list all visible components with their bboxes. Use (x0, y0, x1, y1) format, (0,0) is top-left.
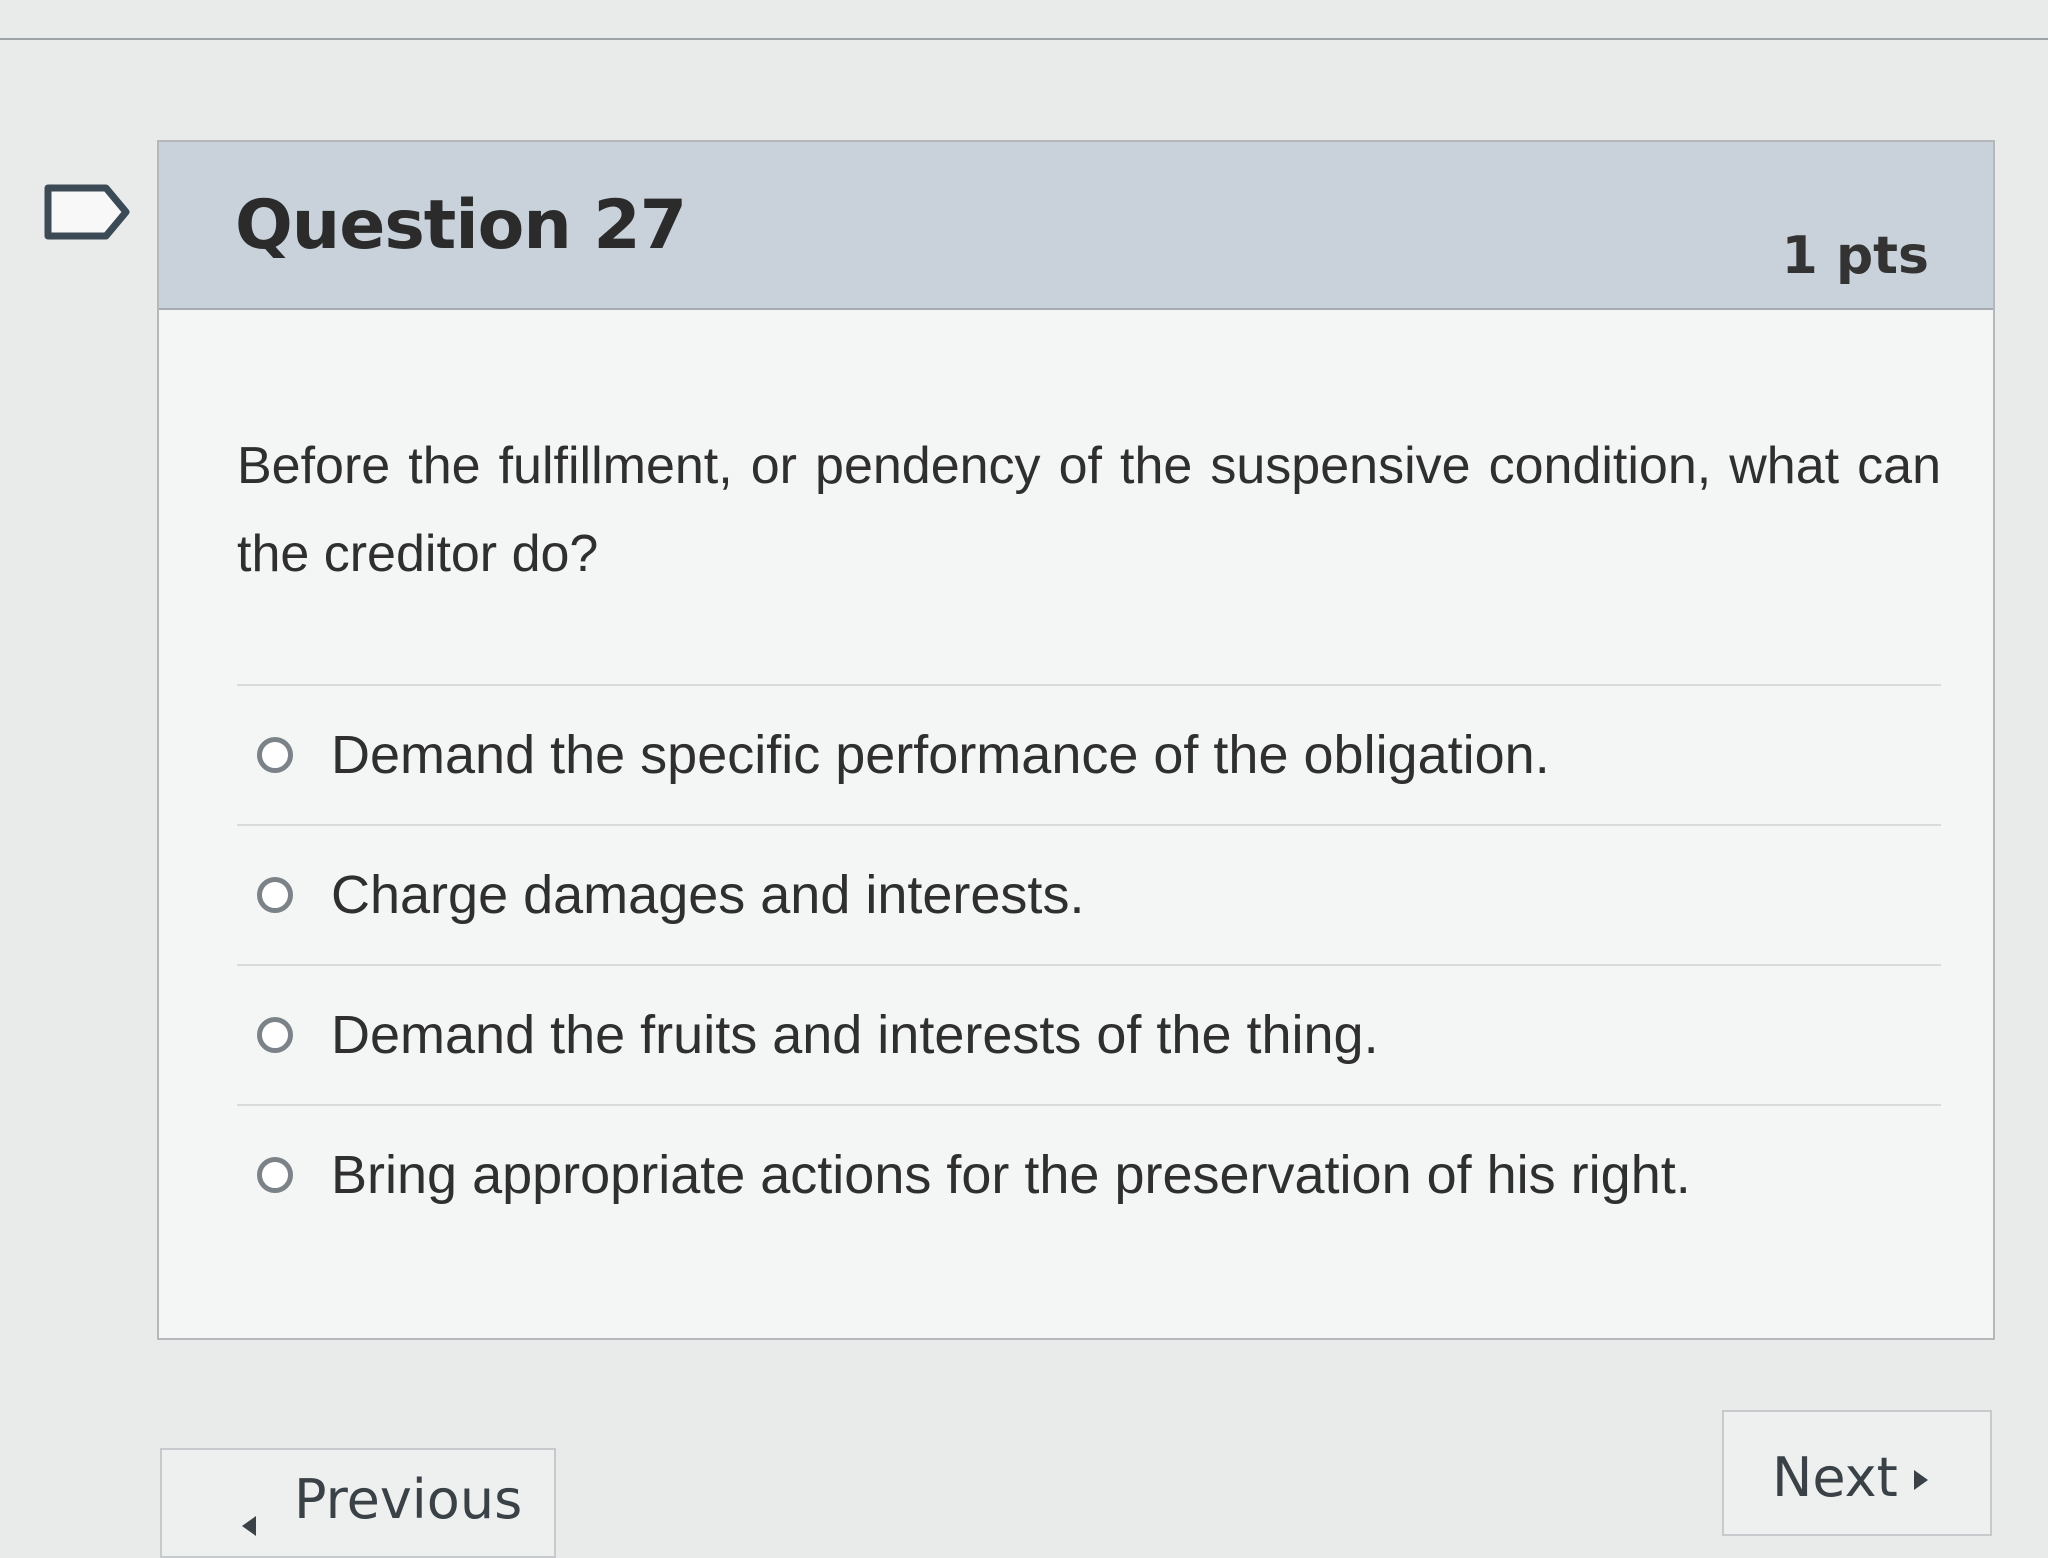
top-divider (0, 38, 2048, 40)
question-text: Before the fulfillment, or pendency of t… (237, 437, 1941, 583)
question-header: Question 27 1 pts (159, 142, 1993, 310)
radio-button-2[interactable] (257, 877, 293, 913)
answer-option-1[interactable]: Demand the specific performance of the o… (237, 684, 1941, 824)
answer-label-4[interactable]: Bring appropriate actions for the preser… (331, 1144, 1691, 1206)
question-card: Question 27 1 pts Before the fulfillment… (157, 140, 1995, 1340)
radio-button-1[interactable] (257, 737, 293, 773)
flag-question-icon[interactable] (44, 184, 130, 240)
answer-label-2[interactable]: Charge damages and interests. (331, 864, 1084, 926)
radio-button-4[interactable] (257, 1157, 293, 1193)
chevron-left-icon (242, 1516, 256, 1536)
answer-label-1[interactable]: Demand the specific performance of the o… (331, 724, 1550, 786)
answer-option-4[interactable]: Bring appropriate actions for the preser… (237, 1104, 1941, 1244)
next-label: Next (1772, 1446, 1898, 1509)
next-button[interactable]: Next (1722, 1410, 1992, 1536)
question-title: Question 27 (235, 186, 687, 265)
answer-label-3[interactable]: Demand the fruits and interests of the t… (331, 1004, 1379, 1066)
answer-option-3[interactable]: Demand the fruits and interests of the t… (237, 964, 1941, 1104)
radio-button-3[interactable] (257, 1017, 293, 1053)
previous-button[interactable]: Previous (160, 1448, 556, 1558)
chevron-right-icon (1914, 1470, 1928, 1490)
previous-label: Previous (294, 1468, 523, 1531)
answer-option-2[interactable]: Charge damages and interests. (237, 824, 1941, 964)
answer-list: Demand the specific performance of the o… (237, 684, 1941, 1244)
question-points: 1 pts (1781, 226, 1929, 286)
